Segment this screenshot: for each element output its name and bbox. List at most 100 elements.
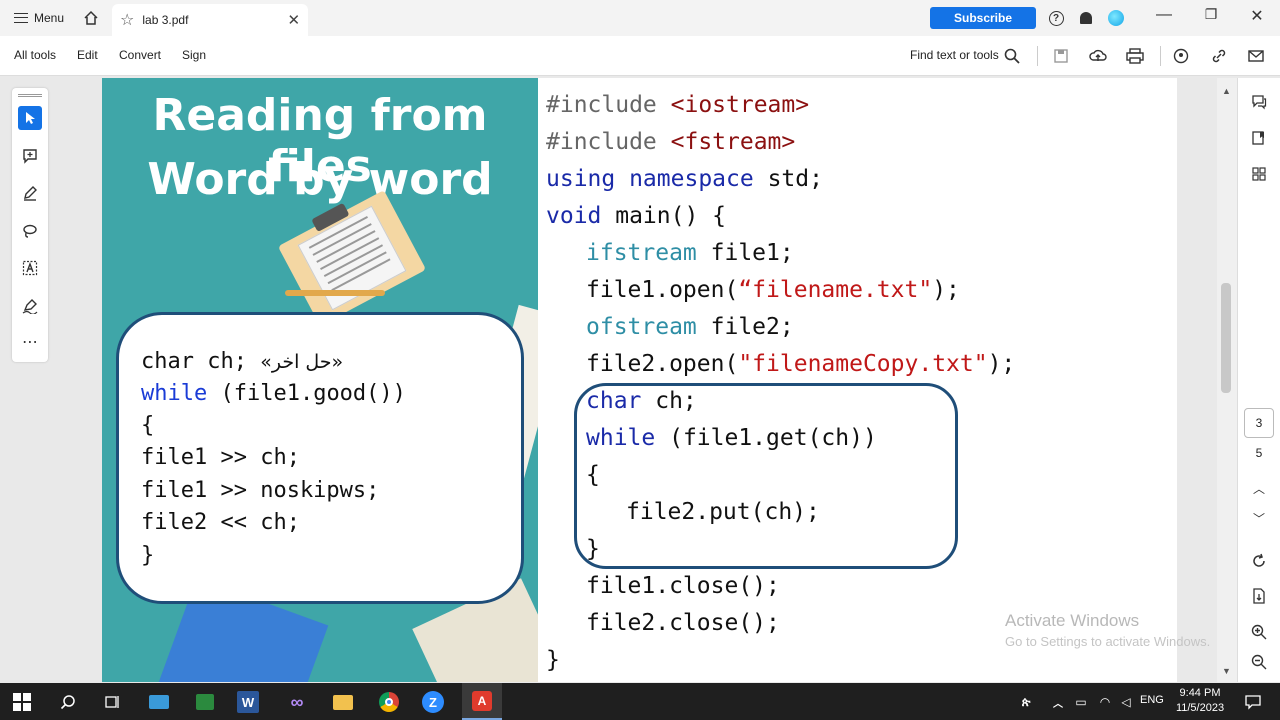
code-token-teal: ofstream [586, 314, 697, 340]
code-token-gray: #include [546, 92, 671, 118]
zoom-out-icon[interactable] [1249, 652, 1269, 672]
more-tools-icon[interactable]: ⋯ [18, 330, 42, 354]
bell-icon [1080, 12, 1092, 24]
drag-handle[interactable] [18, 94, 42, 97]
zoom-in-icon[interactable] [1249, 622, 1269, 642]
pencil-illustration [285, 290, 385, 296]
home-button[interactable] [74, 0, 108, 36]
zoom-app-icon[interactable]: Z [422, 691, 444, 713]
code-line: #include <fstream> [546, 129, 795, 155]
star-icon[interactable]: ☆ [120, 10, 134, 30]
help-button[interactable]: ? [1046, 8, 1066, 28]
ai-assistant-icon[interactable] [1171, 46, 1191, 66]
account-button[interactable] [1106, 8, 1126, 28]
word-icon[interactable]: W [237, 691, 259, 713]
code-line: using namespace std; [546, 166, 823, 192]
clock[interactable]: 9:44 PM 11/5/2023 [1170, 686, 1230, 716]
code-line: file1 >> ch; [141, 445, 300, 470]
code-token-gray: #include [546, 129, 671, 155]
slide-illustration-panel: Reading from files Word by word char ch;… [102, 78, 538, 682]
document-tab[interactable]: ☆ lab 3.pdf ✕ [112, 4, 309, 36]
sign-pen-icon[interactable] [18, 294, 42, 318]
find-text-tools[interactable]: Find text or tools [910, 48, 999, 62]
people-icon[interactable]: ጵ [1013, 689, 1039, 715]
minimize-button[interactable]: — [1152, 6, 1176, 24]
vertical-scrollbar[interactable]: ▲ ▼ [1217, 78, 1237, 682]
current-page-input[interactable]: 3 [1244, 408, 1274, 438]
menu-all-tools[interactable]: All tools [14, 48, 56, 62]
battery-icon[interactable]: ▭ [1068, 689, 1094, 715]
tab-title: lab 3.pdf [142, 13, 189, 27]
close-tab-icon[interactable]: ✕ [287, 11, 300, 29]
language-indicator[interactable]: ENG [1140, 694, 1164, 706]
code-line: while (file1.get(ch)) [586, 425, 877, 451]
code-line: } [141, 543, 155, 568]
code-line: char ch; «حل اخر» [141, 349, 343, 374]
taskbar-app-icon[interactable] [192, 689, 218, 715]
comments-icon[interactable] [1249, 92, 1269, 112]
upload-cloud-icon[interactable] [1088, 46, 1108, 66]
clock-date: 11/5/2023 [1175, 702, 1225, 714]
add-comment-icon[interactable] [18, 144, 42, 168]
code-token-navy: while [586, 425, 656, 451]
code-text: } [546, 647, 560, 673]
code-token-red: "filenameCopy.txt" [738, 351, 988, 377]
select-tool-icon[interactable] [18, 106, 42, 130]
draw-lasso-icon[interactable] [18, 219, 42, 243]
visual-studio-icon[interactable]: ∞ [284, 689, 310, 715]
code-token-maroon: <fstream> [670, 129, 796, 155]
thumbnails-grid-icon[interactable] [1249, 164, 1269, 184]
volume-icon[interactable]: ◁ [1113, 689, 1139, 715]
menu-edit[interactable]: Edit [77, 48, 98, 62]
email-icon[interactable] [1246, 46, 1266, 66]
document-page: Reading from files Word by word char ch;… [102, 78, 1177, 682]
restore-button[interactable]: ❐ [1199, 6, 1223, 23]
subscribe-button[interactable]: Subscribe [930, 7, 1036, 29]
windows-taskbar: W ∞ Z A ጵ ︿ ▭ ◠ ◁ ENG 9:44 PM 11/5/2023 [0, 683, 1280, 720]
code-line: file1 >> noskipws; [141, 478, 380, 503]
code-text: ); [932, 277, 960, 303]
bookmarks-icon[interactable] [1249, 128, 1269, 148]
taskbar-search-icon[interactable] [55, 689, 81, 715]
notifications-button[interactable] [1076, 8, 1096, 28]
code-text: ); [987, 351, 1016, 377]
chrome-glyph-icon [379, 692, 399, 712]
clock-time: 9:44 PM [1179, 687, 1221, 699]
folder-glyph-icon [333, 694, 353, 710]
code-text: file2.open( [586, 351, 739, 377]
code-line: file2.put(ch); [626, 499, 820, 525]
scroll-up-arrow-icon[interactable]: ▲ [1222, 86, 1231, 96]
scrollbar-thumb[interactable] [1221, 283, 1231, 393]
toolbar-divider [1037, 46, 1038, 66]
highlight-pen-icon[interactable] [18, 181, 42, 205]
acrobat-taskbar-button[interactable]: A [462, 683, 502, 720]
main-toolbar: All tools Edit Convert Sign Find text or… [0, 36, 1280, 76]
link-icon[interactable] [1209, 46, 1229, 66]
menu-button[interactable]: Menu [0, 0, 74, 36]
code-line: ifstream file1; [586, 240, 794, 266]
search-icon[interactable] [1002, 46, 1022, 66]
scroll-down-arrow-icon[interactable]: ▼ [1222, 666, 1231, 676]
windows-logo-icon [13, 693, 31, 711]
rotate-refresh-icon[interactable] [1249, 551, 1269, 571]
start-button[interactable] [9, 689, 35, 715]
close-window-button[interactable]: ✕ [1245, 6, 1269, 26]
task-view-icon[interactable] [99, 689, 125, 715]
code-line: file1.close(); [586, 573, 780, 599]
code-text: (file1.good()) [207, 381, 406, 406]
prev-page-chevron-up-icon[interactable]: ︿ [1249, 478, 1269, 498]
code-token-red: “filename.txt" [738, 277, 933, 303]
print-icon[interactable] [1125, 46, 1145, 66]
notification-center-icon[interactable] [1240, 689, 1266, 715]
save-icon[interactable] [1051, 46, 1071, 66]
file-explorer-icon[interactable] [330, 689, 356, 715]
next-page-chevron-down-icon[interactable]: ﹀ [1249, 508, 1269, 528]
page-extract-icon[interactable] [1249, 586, 1269, 606]
taskbar-app-icon[interactable] [146, 689, 172, 715]
text-box-icon[interactable] [18, 256, 42, 280]
menu-convert[interactable]: Convert [119, 48, 161, 62]
menu-sign[interactable]: Sign [182, 48, 206, 62]
code-line: } [586, 536, 600, 562]
left-tool-strip: ⋯ [12, 88, 48, 362]
chrome-icon[interactable] [376, 689, 402, 715]
